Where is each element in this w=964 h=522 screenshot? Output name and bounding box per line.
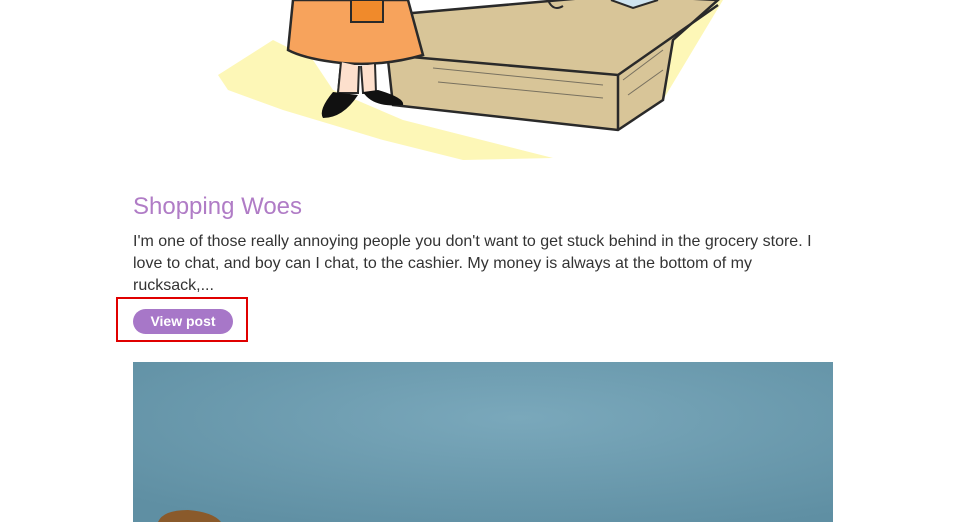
post-excerpt: I'm one of those really annoying people … [133, 233, 812, 294]
next-post-image[interactable] [133, 362, 833, 522]
post-image-shopping[interactable] [133, 0, 833, 165]
blog-list-page: Shopping Woes I'm one of those really an… [0, 0, 964, 522]
view-post-button[interactable]: View post [133, 309, 233, 334]
post-title[interactable]: Shopping Woes [133, 191, 302, 223]
